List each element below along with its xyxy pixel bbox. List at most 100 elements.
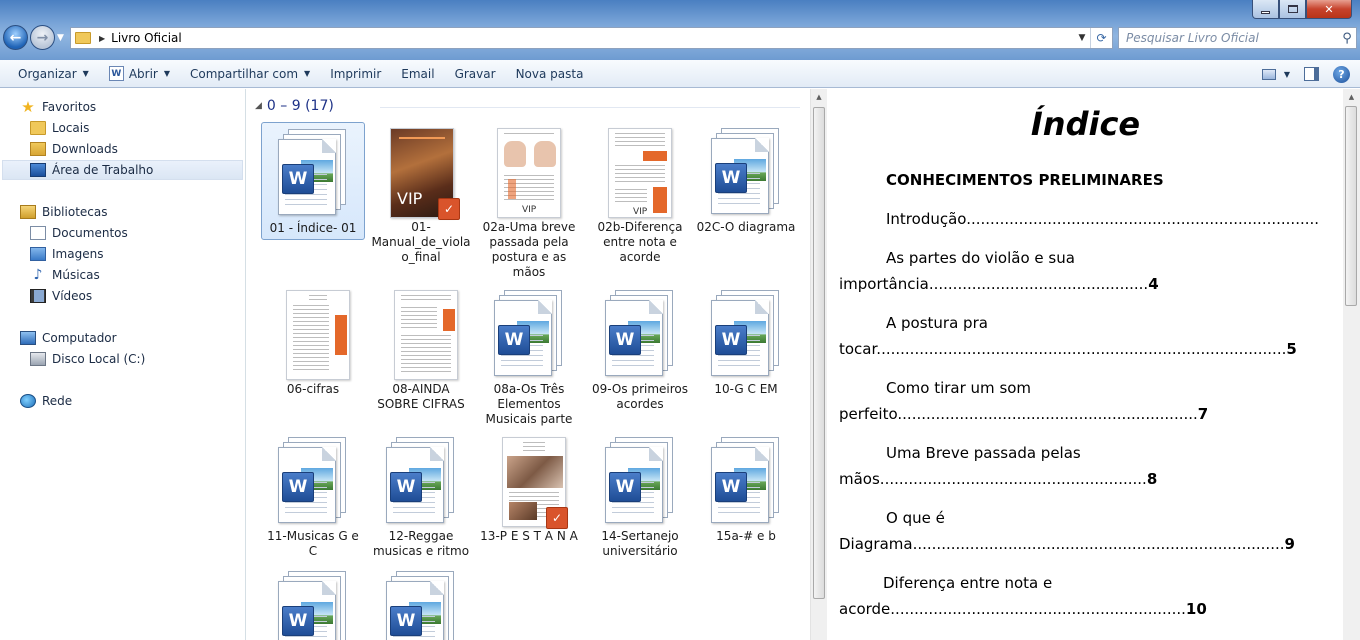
nav-videos[interactable]: Vídeos: [30, 286, 92, 306]
file-thumbnail: VIP: [484, 126, 574, 218]
forward-button[interactable]: →: [30, 25, 55, 50]
file-item[interactable]: W: [369, 565, 473, 640]
minimize-icon: [1261, 10, 1270, 14]
scrollbar-thumb[interactable]: [813, 107, 825, 599]
word-document-icon: W: [278, 437, 348, 523]
organize-button[interactable]: Organizar ▼: [8, 62, 99, 86]
minimize-button[interactable]: [1252, 0, 1279, 19]
scroll-up-icon[interactable]: ▲: [1343, 89, 1360, 105]
breadcrumb-livro-oficial[interactable]: Livro Oficial: [111, 31, 182, 45]
file-item[interactable]: W 10-G C EM: [694, 284, 798, 400]
preview-line: importância.............................…: [839, 275, 1159, 293]
nav-images[interactable]: Imagens: [30, 244, 103, 264]
change-view-button[interactable]: ▼: [1261, 68, 1290, 80]
word-document-icon: W: [386, 437, 456, 523]
preview-scrollbar[interactable]: ▲: [1343, 89, 1360, 640]
preview-line: Diferença entre nota e: [883, 574, 1053, 592]
chevron-down-icon: ▼: [163, 69, 171, 78]
refresh-button[interactable]: ⟳: [1090, 28, 1112, 48]
file-thumbnail: W: [701, 435, 791, 527]
help-icon[interactable]: ?: [1333, 65, 1350, 83]
file-item[interactable]: VIP ✓ 01-Manual_de_violao_final: [369, 122, 473, 268]
file-item[interactable]: W 09-Os primeiros acordes: [588, 284, 692, 415]
nav-label: Locais: [52, 121, 90, 135]
nav-label: Favoritos: [42, 100, 97, 114]
file-name: 02a-Uma breve passada pela postura e as …: [482, 220, 576, 279]
nav-network[interactable]: Rede: [20, 391, 72, 411]
nav-desktop[interactable]: Área de Trabalho: [2, 160, 243, 180]
email-button[interactable]: Email: [391, 62, 444, 86]
nav-locais[interactable]: Locais: [30, 118, 89, 138]
toc-dots: ........................................…: [912, 535, 1285, 553]
nav-favorites[interactable]: ★ Favoritos: [20, 97, 96, 117]
search-box[interactable]: Pesquisar Livro Oficial ⚲: [1118, 27, 1357, 49]
file-name: 10-G C EM: [714, 382, 778, 396]
nav-documents[interactable]: Documentos: [30, 223, 128, 243]
maximize-icon: [1287, 5, 1298, 13]
nav-label: Imagens: [52, 247, 104, 261]
back-button[interactable]: ←: [3, 25, 28, 50]
organize-label: Organizar: [18, 66, 77, 81]
search-icon[interactable]: ⚲: [1338, 31, 1356, 46]
address-bar[interactable]: ▶ Livro Oficial ▼ ⟳: [70, 27, 1113, 49]
file-name: 12-Reggae musicas e ritmo: [372, 529, 470, 558]
preview-line: Diagrama................................…: [839, 535, 1295, 553]
file-thumbnail: W: [595, 435, 685, 527]
preview-line: acorde..................................…: [839, 600, 1207, 618]
libraries-icon: [20, 205, 36, 219]
file-item[interactable]: W 11-Musicas G e C: [261, 431, 365, 562]
file-item[interactable]: 06-cifras: [261, 284, 365, 400]
burn-button[interactable]: Gravar: [445, 62, 506, 86]
toc-entry: mãos: [839, 470, 880, 488]
nav-computer[interactable]: Computador: [20, 328, 117, 348]
new-folder-button[interactable]: Nova pasta: [506, 62, 594, 86]
file-item[interactable]: W 02C-O diagrama: [694, 122, 798, 238]
toolbar-right: ▼ ?: [1261, 60, 1350, 88]
pdf-doc-thumbnail: VIP: [608, 128, 672, 218]
toc-dots: ........................................…: [879, 470, 1147, 488]
file-thumbnail: W: [268, 127, 358, 219]
nav-downloads[interactable]: Downloads: [30, 139, 118, 159]
file-item[interactable]: W 12-Reggae musicas e ritmo: [369, 431, 473, 562]
scroll-up-icon[interactable]: ▲: [811, 89, 827, 105]
pdf-icon: ✓: [546, 507, 568, 529]
file-item[interactable]: W 01 - Índice- 01: [261, 122, 365, 240]
file-list-scrollbar[interactable]: ▲: [810, 89, 827, 640]
file-item[interactable]: 08-AINDA SOBRE CIFRAS: [369, 284, 473, 415]
preview-pane-button[interactable]: [1304, 67, 1319, 81]
collapse-icon[interactable]: ◢: [255, 101, 262, 111]
toc-dots: ........................................…: [897, 405, 1198, 423]
print-button[interactable]: Imprimir: [320, 62, 391, 86]
group-header[interactable]: ◢ 0 – 9 (17): [255, 98, 800, 114]
title-bar: ✕ ← → ▼ ▶ Livro Oficial ▼ ⟳ Pesquisar Li…: [0, 0, 1360, 60]
address-dropdown-icon[interactable]: ▼: [1074, 33, 1090, 43]
nav-music[interactable]: ♪ Músicas: [30, 265, 100, 285]
file-item[interactable]: W: [261, 565, 365, 640]
print-label: Imprimir: [330, 66, 382, 81]
desktop-icon: [30, 163, 46, 177]
scrollbar-thumb[interactable]: [1345, 106, 1357, 306]
file-item[interactable]: W 08a-Os Três Elementos Musicais parte: [477, 284, 581, 430]
file-item[interactable]: W 14-Sertanejo universitário: [588, 431, 692, 562]
open-button[interactable]: W Abrir ▼: [99, 62, 180, 86]
file-item[interactable]: ✓ 13-P E S T A N A: [477, 431, 581, 547]
burn-label: Gravar: [454, 66, 496, 81]
refresh-icon: ⟳: [1096, 31, 1107, 45]
file-name: 11-Musicas G e C: [267, 529, 359, 558]
history-dropdown-icon[interactable]: ▼: [57, 33, 64, 43]
file-thumbnail: ✓: [484, 435, 574, 529]
file-list: ◢ 0 – 9 (17) W 01 - Índice- 01 VIP ✓ 01-…: [247, 89, 810, 640]
close-button[interactable]: ✕: [1306, 0, 1352, 19]
file-item[interactable]: VIP 02a-Uma breve passada pela postura e…: [477, 122, 581, 283]
file-item[interactable]: W 15a-# e b: [694, 431, 798, 547]
search-input[interactable]: Pesquisar Livro Oficial: [1126, 31, 1338, 45]
breadcrumb-arrow-icon[interactable]: ▶: [99, 34, 105, 43]
nav-disk-c[interactable]: Disco Local (C:): [30, 349, 145, 369]
preview-line: perfeito................................…: [839, 405, 1208, 423]
file-item[interactable]: VIP 02b-Diferença entre nota e acorde: [588, 122, 692, 268]
nav-libraries[interactable]: Bibliotecas: [20, 202, 107, 222]
nav-label: Disco Local (C:): [52, 352, 146, 366]
maximize-button[interactable]: [1279, 0, 1306, 19]
share-button[interactable]: Compartilhar com ▼: [180, 62, 320, 86]
computer-icon: [20, 331, 36, 345]
